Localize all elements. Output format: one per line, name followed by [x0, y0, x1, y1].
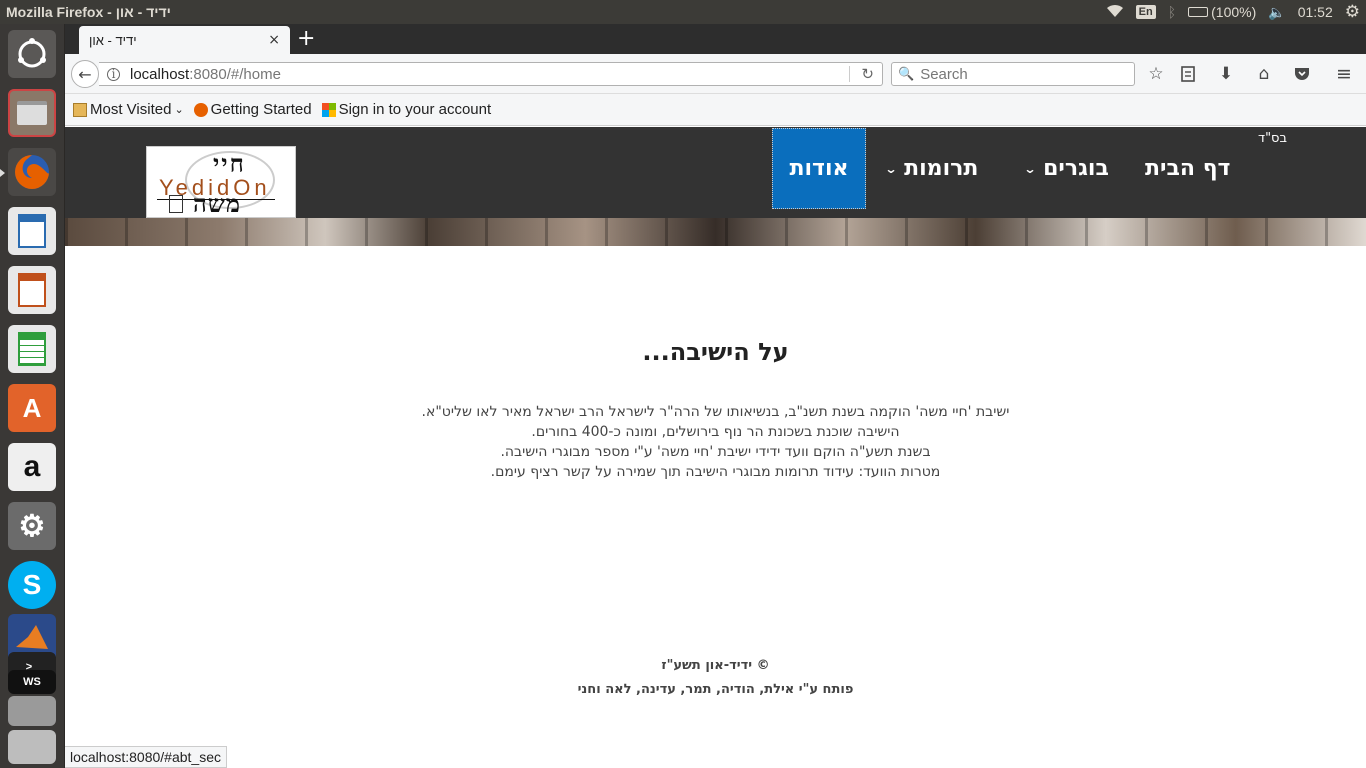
nav-home[interactable]: דף הבית: [1145, 127, 1230, 210]
writer-icon[interactable]: [8, 207, 56, 255]
window-title: Mozilla Firefox - ידיד - און: [6, 4, 171, 20]
system-settings-icon[interactable]: ⚙: [8, 502, 56, 550]
software-center-icon[interactable]: A: [8, 384, 56, 432]
tab-bar: ידיד - און × +: [65, 24, 1366, 54]
battery-icon: [1188, 7, 1209, 17]
keyboard-layout-indicator[interactable]: En: [1135, 5, 1156, 19]
logo-text-bottom: משה: [193, 189, 242, 218]
about-section: על הישיבה... ישיבת 'חיי משה' הוקמה בשנת …: [65, 246, 1366, 768]
microsoft-icon: [321, 102, 336, 117]
url-host: localhost: [130, 65, 190, 83]
bookmark-label: Most Visited: [90, 101, 172, 118]
url-path: :8080/#/home: [189, 65, 281, 83]
search-input[interactable]: 🔍 Search: [891, 62, 1135, 86]
about-line: הישיבה שוכנת בשכונת הר נוף בירושלים, ומו…: [531, 424, 900, 440]
wifi-icon[interactable]: [1106, 4, 1124, 21]
tab-title: ידיד - און: [89, 32, 137, 48]
indicator-area: En ᛒ (100%) 🔈 01:52 ⚙: [1106, 0, 1360, 24]
web-page: בס"ד חיי YedidOn משה דף הבית בוגרים ⌄ תר…: [65, 127, 1366, 768]
info-icon[interactable]: i: [107, 67, 120, 81]
menu-icon[interactable]: ≡: [1333, 63, 1355, 85]
reading-list-icon[interactable]: [1177, 64, 1199, 84]
footer-credits: פותח ע"י אילת, הודיה, תמר, עדינה, לאה וח…: [577, 682, 854, 697]
pocket-icon[interactable]: [1291, 64, 1313, 84]
url-separator: [849, 66, 850, 82]
tab-active[interactable]: ידיד - און ×: [79, 26, 290, 54]
logo-box: [169, 195, 183, 213]
volume-icon[interactable]: 🔈: [1268, 4, 1285, 21]
bluetooth-icon[interactable]: ᛒ: [1168, 4, 1176, 20]
about-text: ישיבת 'חיי משה' הוקמה בשנת תשנ"ב, בנשיאו…: [65, 402, 1366, 482]
folder-icon: [73, 102, 87, 117]
firefox-icon: [193, 102, 208, 117]
running-indicator: [0, 169, 5, 177]
battery-indicator[interactable]: (100%): [1188, 4, 1256, 20]
bookmark-label: Getting Started: [210, 101, 312, 118]
skype-icon[interactable]: S: [8, 561, 56, 609]
back-arrow-icon: ←: [78, 64, 92, 84]
search-icon: 🔍: [898, 66, 915, 81]
bookmark-sign-in[interactable]: Sign in to your account: [321, 101, 492, 118]
back-button[interactable]: ←: [71, 60, 99, 88]
bookmark-getting-started[interactable]: Getting Started: [193, 101, 312, 118]
nav-home-label: דף הבית: [1145, 156, 1231, 181]
close-icon[interactable]: ×: [268, 32, 280, 48]
scanner-icon[interactable]: [8, 696, 56, 726]
calc-icon[interactable]: [8, 325, 56, 373]
about-line: ישיבת 'חיי משה' הוקמה בשנת תשנ"ב, בנשיאו…: [421, 404, 1010, 420]
bookmarks-toolbar: Most Visited ⌄ Getting Started Sign in t…: [65, 94, 1366, 126]
firefox-icon[interactable]: [8, 148, 56, 196]
ubuntu-dash-icon[interactable]: [8, 30, 56, 78]
nav-alumni[interactable]: בוגרים ⌄: [1023, 127, 1109, 210]
about-title: על הישיבה...: [642, 338, 789, 366]
download-icon[interactable]: ⬇: [1215, 64, 1237, 84]
impress-icon[interactable]: [8, 266, 56, 314]
chevron-down-icon: ⌄: [1023, 161, 1037, 176]
printer-icon[interactable]: [8, 730, 56, 764]
footer-copyright: © ידיד-און תשע"ז: [661, 658, 770, 673]
site-footer: © ידיד-און תשע"ז פותח ע"י אילת, הודיה, ת…: [65, 654, 1366, 702]
files-icon[interactable]: [8, 89, 56, 137]
hero-image: [65, 218, 1366, 246]
about-line: מטרות הוועד: עידוד תרומות מבוגרי הישיבה …: [490, 464, 941, 480]
new-tab-button[interactable]: +: [297, 28, 315, 50]
search-placeholder: Search: [920, 65, 968, 83]
gear-icon[interactable]: ⚙: [1345, 2, 1360, 22]
chevron-down-icon: ⌄: [174, 104, 184, 116]
site-header: בס"ד חיי YedidOn משה דף הבית בוגרים ⌄ תר…: [65, 127, 1366, 218]
bookmark-label: Sign in to your account: [338, 101, 492, 118]
webstorm-icon[interactable]: WS: [8, 670, 56, 694]
site-logo[interactable]: חיי YedidOn משה: [146, 146, 296, 218]
bsd-label: בס"ד: [1257, 131, 1287, 146]
nav-about[interactable]: אודות: [772, 128, 866, 209]
nav-alumni-label: בוגרים: [1043, 156, 1109, 181]
amazon-icon[interactable]: a: [8, 443, 56, 491]
nav-about-label: אודות: [789, 156, 849, 181]
reload-icon[interactable]: ↻: [861, 65, 874, 83]
battery-text: (100%): [1211, 4, 1257, 20]
clock[interactable]: 01:52: [1298, 4, 1333, 20]
nav-donations-label: תרומות: [904, 156, 979, 181]
about-line: בשנת תשע"ה הוקם וועד ידידי ישיבת 'חיי מש…: [500, 444, 931, 460]
chevron-down-icon: ⌄: [884, 161, 898, 176]
top-panel: Mozilla Firefox - ידיד - און En ᛒ (100%)…: [0, 0, 1366, 24]
bookmark-most-visited[interactable]: Most Visited ⌄: [73, 101, 184, 118]
home-icon[interactable]: ⌂: [1253, 64, 1275, 84]
launcher: A a ⚙ S >_ WS: [0, 24, 65, 768]
nav-donations[interactable]: תרומות ⌄: [884, 127, 979, 210]
status-bar-url: localhost:8080/#abt_sec: [65, 746, 227, 768]
navigation-toolbar: ← i localhost:8080/#/home ↻ 🔍 Search ☆ ⬇…: [65, 54, 1366, 94]
bookmark-star-icon[interactable]: ☆: [1145, 64, 1167, 84]
url-bar[interactable]: i localhost:8080/#/home ↻: [99, 62, 883, 86]
